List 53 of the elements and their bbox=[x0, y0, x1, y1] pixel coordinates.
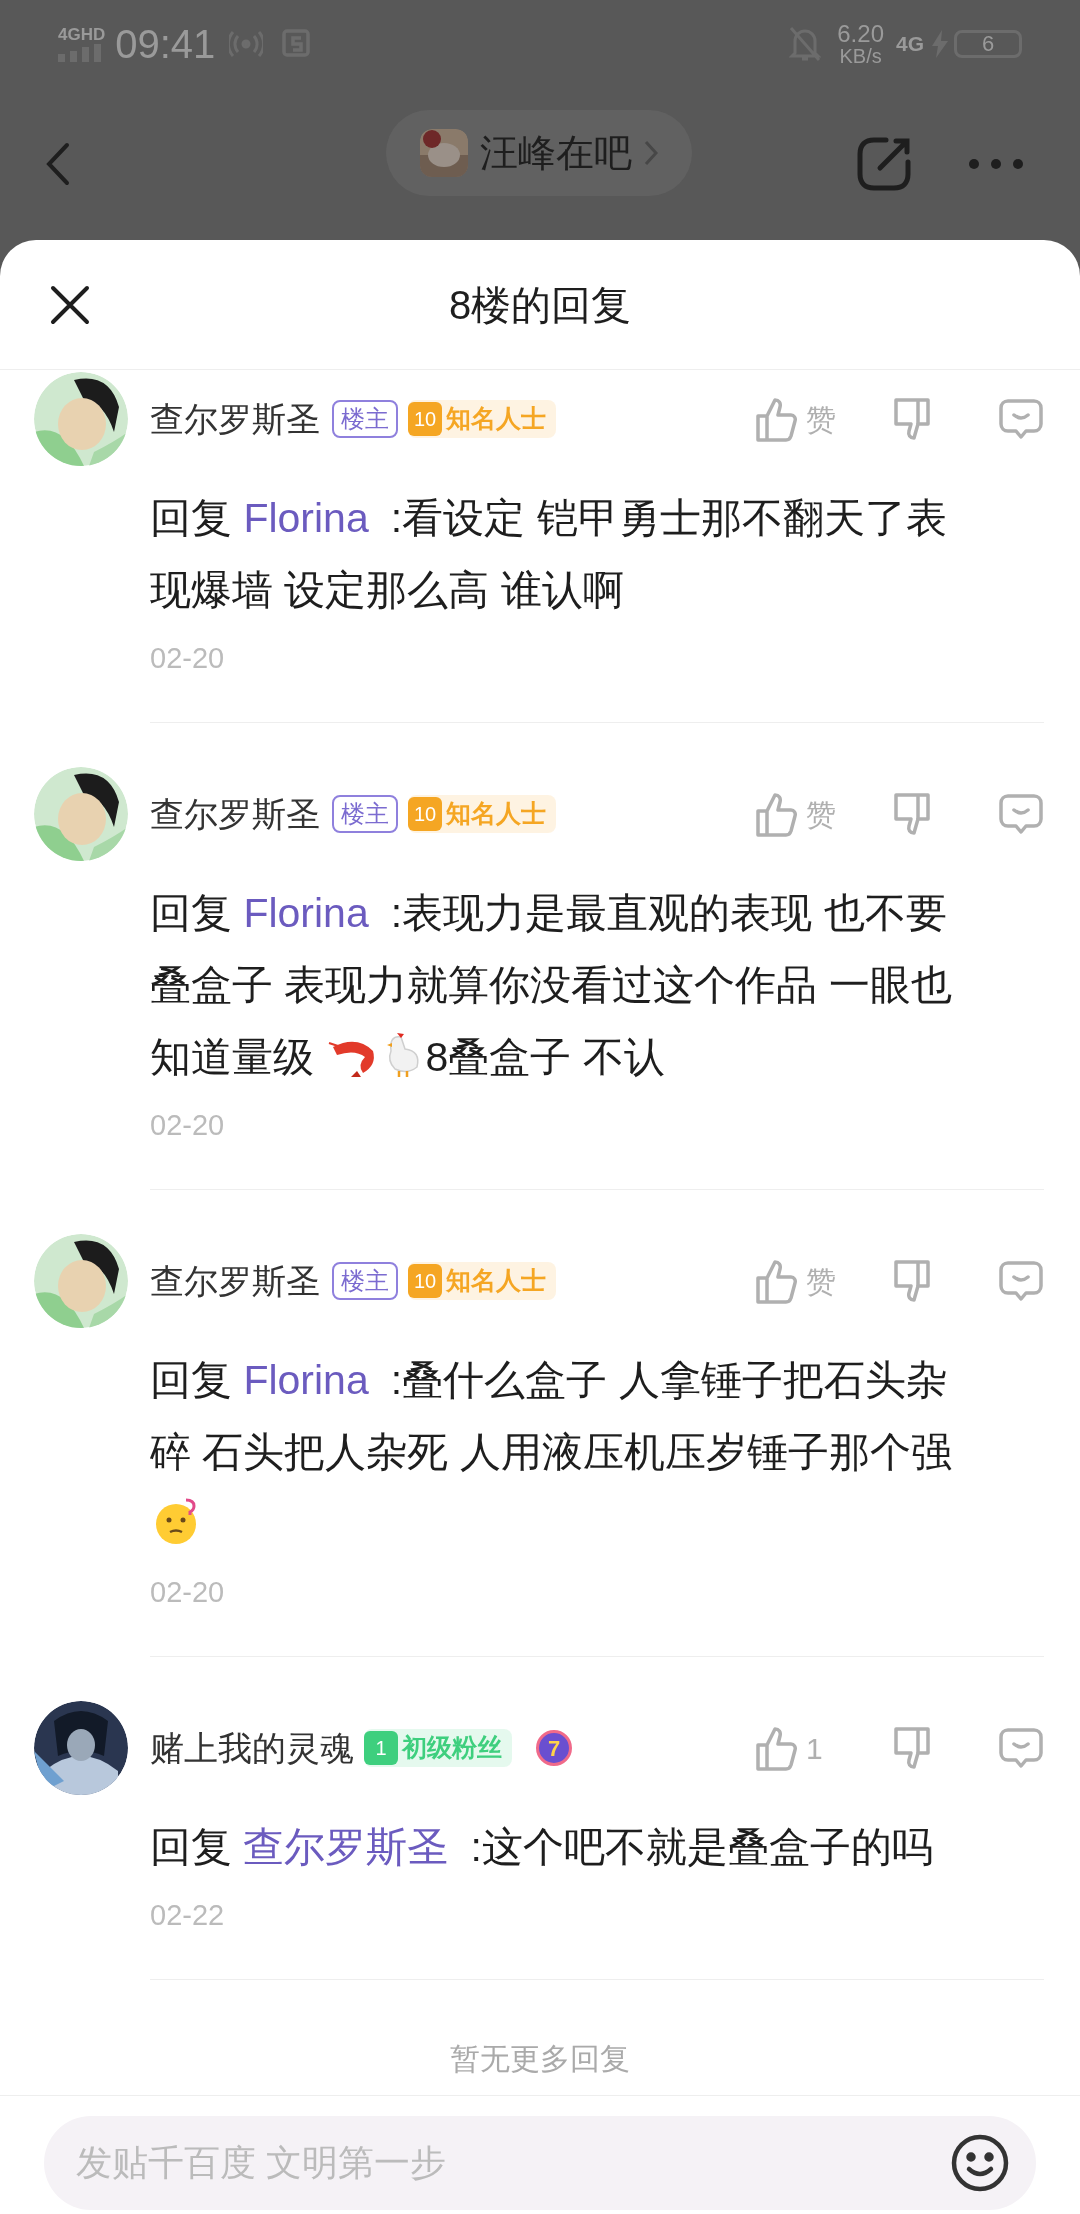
chevron-icon bbox=[644, 140, 658, 166]
network-type: 4GHD bbox=[58, 26, 106, 44]
mention-link[interactable]: Florina bbox=[243, 495, 369, 541]
mention-link[interactable]: Florina bbox=[243, 1357, 369, 1403]
comment-text-input[interactable]: 发贴千百度 文明第一步 bbox=[76, 2136, 950, 2190]
thumbs-up-icon bbox=[754, 791, 798, 837]
clock: 09:41 bbox=[115, 24, 216, 64]
more-icon[interactable] bbox=[968, 158, 1024, 170]
level-number: 10 bbox=[408, 797, 442, 831]
mention-link[interactable]: Florina bbox=[243, 890, 369, 936]
level-number: 10 bbox=[408, 402, 442, 436]
author-name[interactable]: 赌上我的灵魂 bbox=[150, 1722, 354, 1774]
fan-title: 知名人士 bbox=[446, 403, 546, 435]
battery-indicator: 6 bbox=[954, 30, 1022, 58]
reply-date: 02-22 bbox=[150, 1898, 226, 1933]
reply-icon[interactable] bbox=[998, 1260, 1044, 1302]
level-number: 10 bbox=[408, 1264, 442, 1298]
edit-icon[interactable] bbox=[856, 136, 912, 192]
fan-title: 初级粉丝 bbox=[402, 1732, 502, 1764]
reply-text: 回复 Florina :看设定 铠甲勇士那不翻天了表现爆墙 设定那么高 谁认啊 bbox=[150, 494, 948, 615]
forum-name: 汪峰在吧 bbox=[480, 130, 632, 176]
mention-link[interactable]: 查尔罗斯圣 bbox=[243, 1824, 449, 1870]
author-name[interactable]: 查尔罗斯圣 bbox=[150, 1255, 320, 1307]
close-icon[interactable] bbox=[50, 285, 90, 325]
op-tag: 楼主 bbox=[332, 400, 398, 438]
reply-icon[interactable] bbox=[998, 793, 1044, 835]
author-name[interactable]: 查尔罗斯圣 bbox=[150, 393, 320, 445]
medal-badge: 7 bbox=[536, 1730, 572, 1766]
mobile-data-label: 4G bbox=[896, 31, 924, 58]
network-speed: 6.20 bbox=[837, 22, 884, 46]
comment-input[interactable]: 发贴千百度 文明第一步 bbox=[44, 2116, 1036, 2210]
reply-date: 02-20 bbox=[150, 641, 226, 676]
author-name[interactable]: 查尔罗斯圣 bbox=[150, 788, 320, 840]
reply-date: 02-20 bbox=[150, 1108, 226, 1143]
back-icon[interactable] bbox=[46, 142, 70, 186]
op-tag: 楼主 bbox=[332, 1262, 398, 1300]
fan-title: 知名人士 bbox=[446, 1265, 546, 1297]
op-tag: 楼主 bbox=[332, 795, 398, 833]
end-note: 暂无更多回复 bbox=[449, 2041, 631, 2077]
reply-text: 回复 查尔罗斯圣 :这个吧不就是叠盒子的吗 bbox=[150, 1823, 934, 1872]
thumbs-up-icon bbox=[754, 1258, 798, 1304]
fan-title: 知名人士 bbox=[446, 798, 546, 830]
sheet-title: 8楼的回复 bbox=[448, 281, 632, 329]
emoji-icon[interactable] bbox=[950, 2133, 1010, 2193]
thumbs-up-icon bbox=[754, 1725, 798, 1771]
reply-text: 回复 Florina :叠什么盒子 人拿锤子把石头杂碎 石头把人杂死 人用液压机压岁锤子那个强 bbox=[150, 1344, 980, 1560]
level-number: 1 bbox=[364, 1731, 398, 1765]
reply-date: 02-20 bbox=[150, 1575, 226, 1610]
reply-icon[interactable] bbox=[998, 1727, 1044, 1769]
thumbs-up-icon bbox=[754, 396, 798, 442]
reply-icon[interactable] bbox=[998, 398, 1044, 440]
reply-text: 回复 Florina :表现力是最直观的表现 也不要叠盒子 表现力就算你没看过这个作品 一眼也知道量级 8叠盒子 不认 bbox=[150, 889, 953, 1082]
speed-unit: KB/s bbox=[839, 46, 882, 66]
